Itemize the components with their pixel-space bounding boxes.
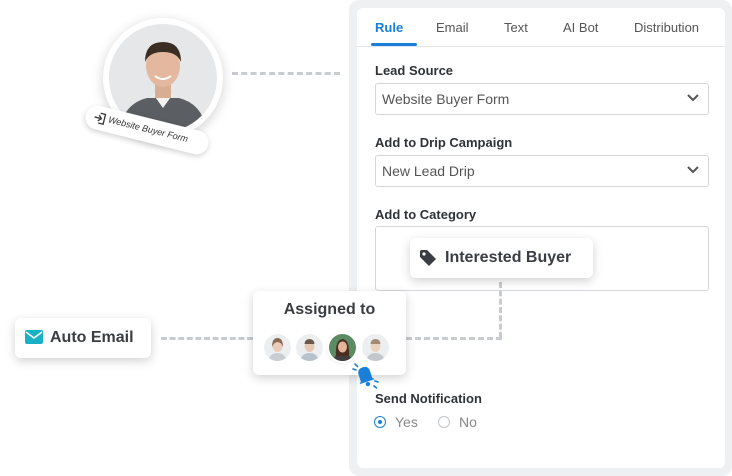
tab-bar: Rule Email Text AI Bot Distribution <box>357 8 725 47</box>
tag-icon <box>420 250 436 266</box>
assigned-to-title: Assigned to <box>283 301 376 318</box>
login-icon <box>94 112 107 125</box>
category-label: Add to Category <box>375 207 477 222</box>
send-notification-label: Send Notification <box>375 391 482 406</box>
notification-no-radio[interactable]: No <box>438 414 488 432</box>
category-tag-label: Interested Buyer <box>445 249 572 266</box>
drip-campaign-label: Add to Drip Campaign <box>375 135 513 150</box>
tab-rule[interactable]: Rule <box>375 20 403 35</box>
notification-yes-label: Yes <box>395 414 418 430</box>
tab-ai-bot[interactable]: AI Bot <box>563 20 598 35</box>
connector-line <box>499 282 502 338</box>
connector-line <box>406 337 502 340</box>
connector-line <box>161 337 253 340</box>
notification-no-label: No <box>459 414 477 430</box>
drip-campaign-value: New Lead Drip <box>382 163 475 179</box>
agent-avatar[interactable] <box>264 334 291 361</box>
agent-avatar[interactable] <box>296 334 323 361</box>
lead-source-select[interactable]: Website Buyer Form <box>375 83 709 115</box>
tab-distribution[interactable]: Distribution <box>634 20 699 35</box>
tab-email[interactable]: Email <box>436 20 469 35</box>
drip-campaign-select[interactable]: New Lead Drip <box>375 155 709 187</box>
active-tab-indicator <box>371 43 417 46</box>
tab-text[interactable]: Text <box>504 20 528 35</box>
radio-unselected-icon <box>438 416 450 428</box>
auto-email-label: Auto Email <box>50 329 134 346</box>
auto-email-card[interactable]: Auto Email <box>15 318 151 358</box>
agent-avatar-selected[interactable] <box>329 334 356 361</box>
lead-source-value: Website Buyer Form <box>382 91 510 107</box>
radio-selected-icon <box>374 416 386 428</box>
agent-avatar[interactable] <box>362 334 389 361</box>
chevron-down-icon <box>687 94 699 102</box>
chevron-down-icon <box>687 166 699 174</box>
category-tag-chip[interactable]: Interested Buyer <box>410 238 593 278</box>
mail-icon <box>25 330 43 344</box>
lead-source-label: Lead Source <box>375 63 454 78</box>
connector-line <box>232 72 340 75</box>
assigned-to-card[interactable]: Assigned to <box>253 291 406 375</box>
notification-yes-radio[interactable]: Yes <box>374 414 424 432</box>
bell-icon <box>352 363 379 389</box>
